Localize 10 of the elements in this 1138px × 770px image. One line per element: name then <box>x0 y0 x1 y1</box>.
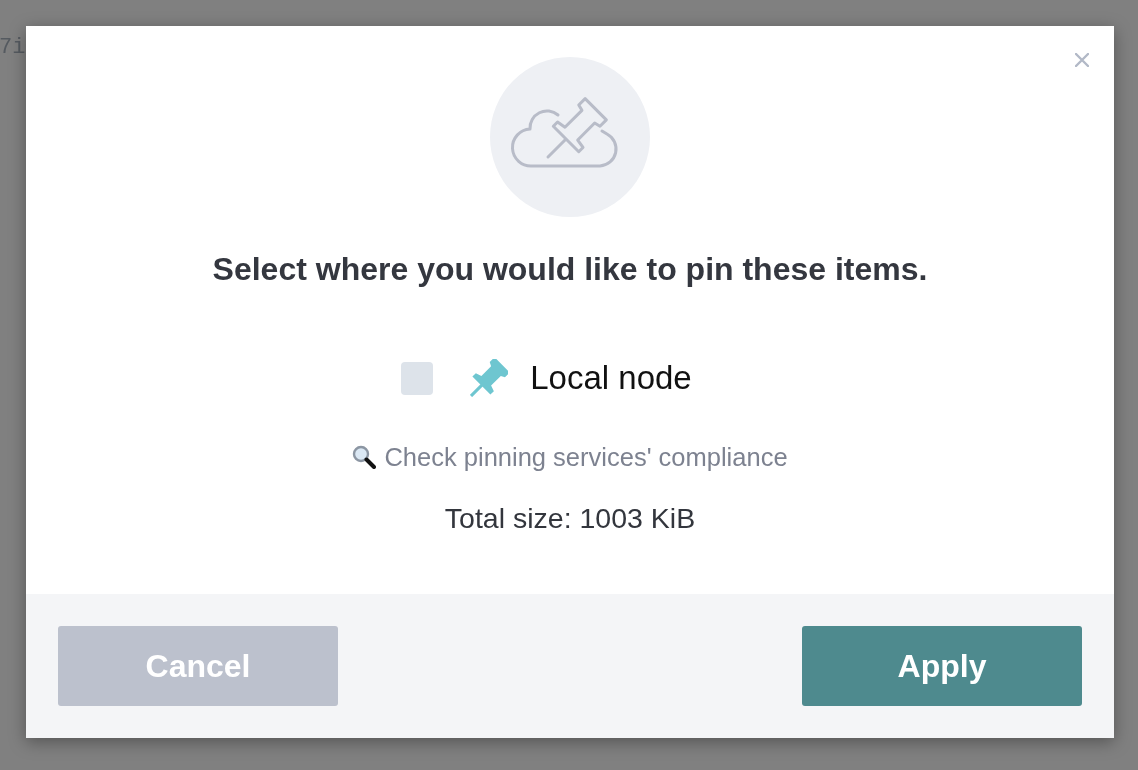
checkbox[interactable] <box>401 361 434 395</box>
total-size-text: Total size: 1003 KiB <box>444 503 696 533</box>
pushpin-icon <box>470 359 509 397</box>
search-icon <box>352 445 377 469</box>
dialog-title: Select where you would like to pin these items. <box>212 251 928 287</box>
cloud-pin-icon <box>490 57 650 217</box>
apply-button[interactable]: Apply <box>802 626 1082 706</box>
option-label: Local node <box>530 358 692 398</box>
compliance-link[interactable]: Check pinning services' compliance <box>384 442 788 472</box>
close-icon[interactable] <box>1075 53 1089 67</box>
